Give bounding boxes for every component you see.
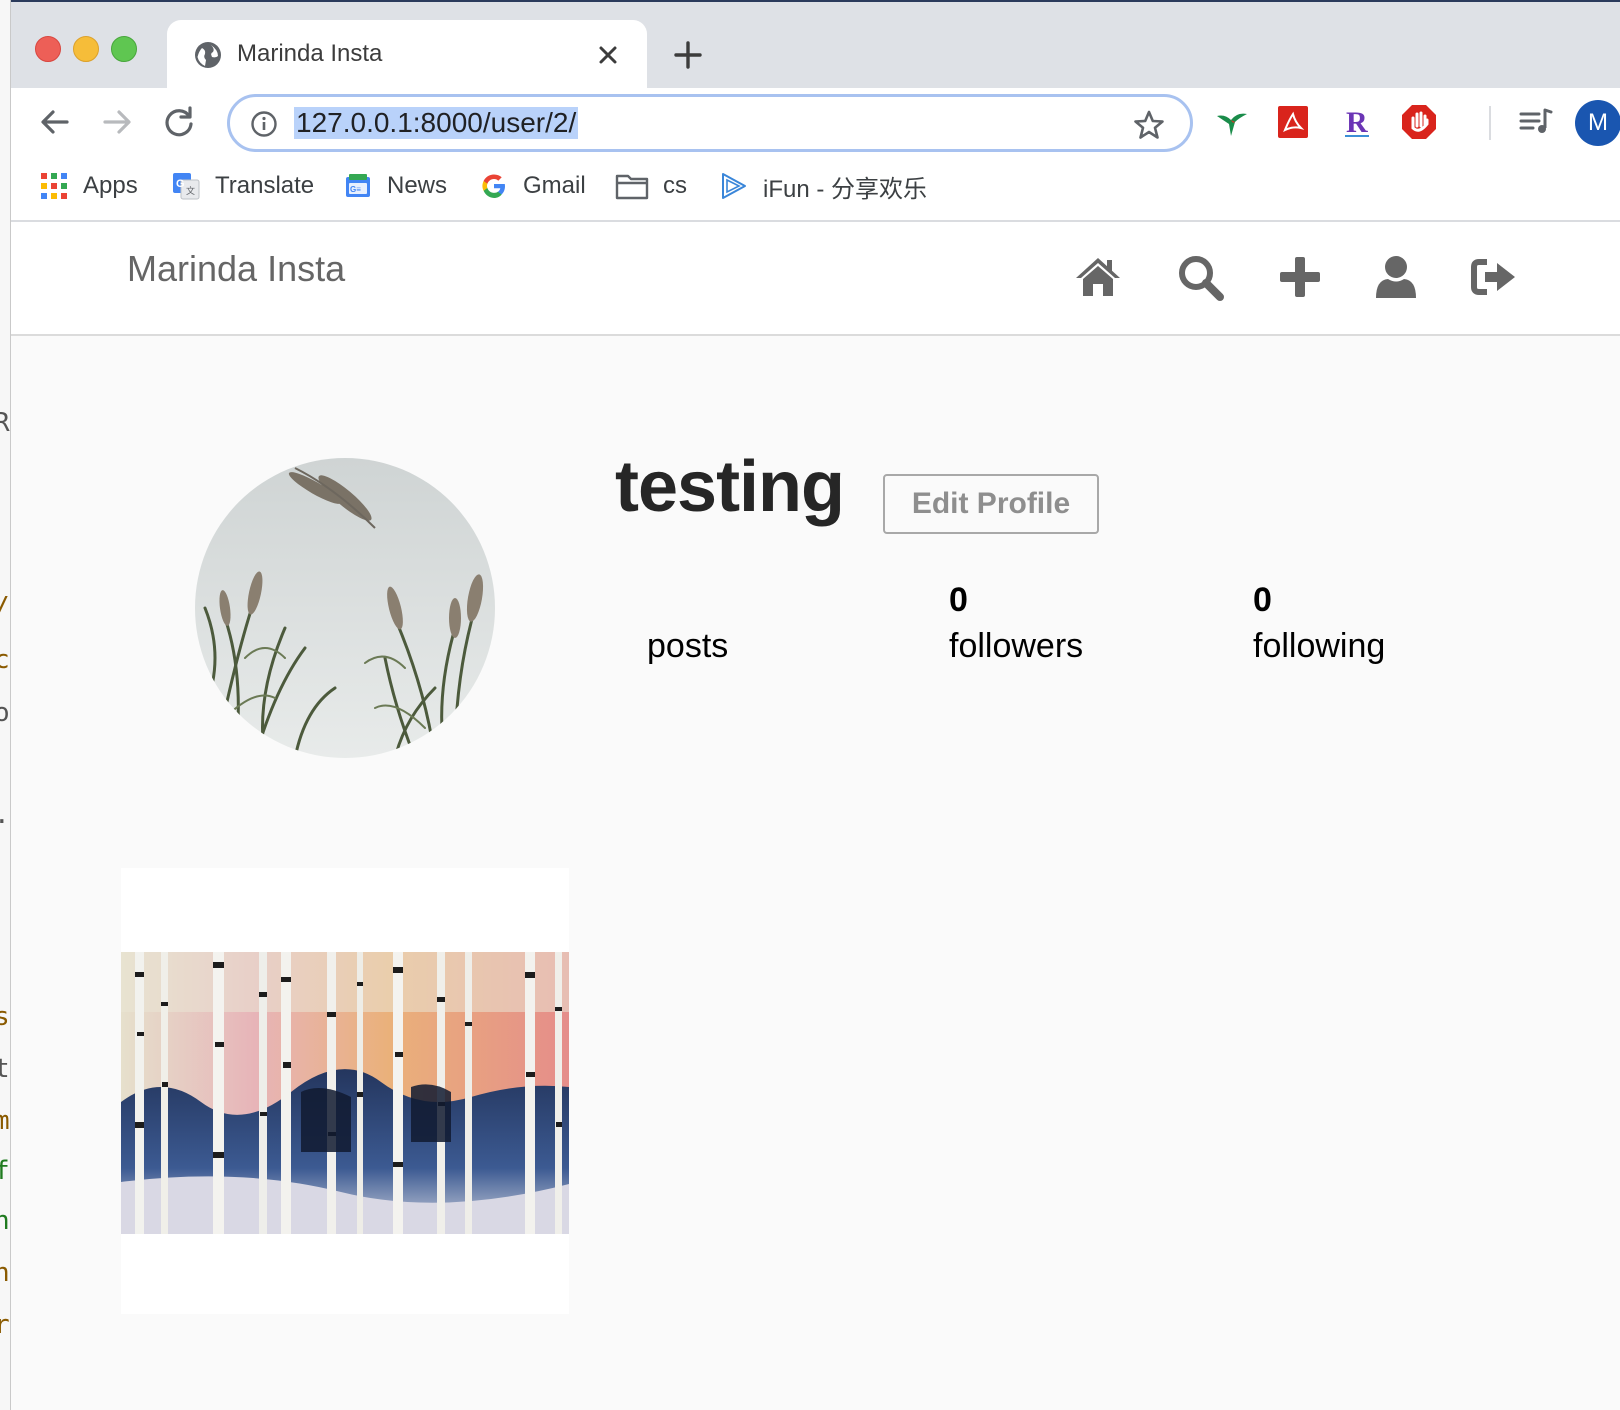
info-icon[interactable] (250, 110, 278, 138)
bookmark-news[interactable]: G≡ News (343, 166, 447, 206)
post-thumbnail[interactable] (121, 868, 569, 1314)
translate-icon: G 文 (173, 173, 200, 200)
news-icon: G≡ (346, 174, 370, 197)
tab-title: Marinda Insta (237, 40, 383, 67)
bookmark-label: Gmail (523, 172, 586, 199)
edit-profile-button[interactable]: Edit Profile (883, 474, 1099, 534)
ifun-icon (722, 173, 746, 199)
stat-posts[interactable]: posts (647, 578, 887, 670)
svg-text:文: 文 (186, 185, 195, 197)
adblock-icon[interactable] (1399, 102, 1439, 142)
bookmark-apps[interactable]: Apps (39, 166, 138, 206)
background-text: R (0, 408, 10, 438)
close-window-button[interactable] (35, 36, 61, 62)
background-text: t (0, 1054, 10, 1084)
profile-photo[interactable] (195, 458, 495, 758)
bookmark-cs-folder[interactable]: cs (615, 166, 687, 206)
bookmark-gmail[interactable]: Gmail (479, 166, 586, 206)
folder-icon (615, 174, 649, 200)
site-brand[interactable]: Marinda Insta (127, 248, 345, 290)
acrobat-icon[interactable] (1273, 102, 1313, 142)
back-arrow-icon[interactable] (35, 102, 75, 142)
r-extension-icon[interactable]: R (1337, 102, 1377, 142)
plus-icon[interactable] (1275, 252, 1325, 302)
svg-text:G≡: G≡ (350, 185, 361, 194)
background-text: . (0, 800, 10, 830)
url-text[interactable]: 127.0.0.1:8000/user/2/ (294, 107, 579, 139)
home-icon[interactable] (1073, 252, 1123, 302)
background-text: r (0, 1310, 10, 1340)
stat-label: posts (647, 627, 729, 665)
tab-strip: Marinda Insta (11, 0, 1620, 90)
bookmark-ifun[interactable]: iFun - 分享欢乐 (719, 166, 927, 206)
bookmark-label: iFun - 分享欢乐 (763, 175, 928, 203)
hummingbird-icon[interactable] (1211, 102, 1251, 142)
stat-count (647, 578, 887, 622)
browser-window: Marinda Insta 127.0.0.1:8000/user/2/ R M… (10, 0, 1620, 1410)
media-queue-icon[interactable] (1515, 102, 1555, 142)
stat-count: 0 (949, 581, 968, 619)
post-image[interactable] (121, 952, 569, 1234)
browser-toolbar: 127.0.0.1:8000/user/2/ R M (11, 88, 1620, 154)
google-icon (482, 174, 505, 198)
background-text: s (0, 1002, 10, 1032)
logout-icon[interactable] (1469, 252, 1519, 302)
account-avatar[interactable]: M (1575, 100, 1620, 146)
bookmark-label: Apps (83, 172, 138, 199)
background-text: o (0, 698, 10, 728)
tab-active[interactable]: Marinda Insta (167, 20, 647, 90)
background-text: f (0, 1156, 10, 1186)
bookmark-label: News (387, 172, 448, 199)
stat-label: following (1253, 627, 1386, 665)
stat-count: 0 (1253, 581, 1272, 619)
site-navbar: Marinda Insta (11, 222, 1620, 336)
bookmark-label: Translate (215, 172, 315, 199)
background-text: c (0, 645, 10, 675)
bookmark-translate[interactable]: G 文 Translate (171, 166, 314, 206)
user-icon[interactable] (1371, 252, 1421, 302)
new-tab-plus-icon[interactable] (671, 38, 705, 72)
svg-text:R: R (1346, 106, 1368, 139)
background-text: m (0, 1106, 10, 1136)
stat-label: followers (949, 627, 1084, 665)
profile-username: testing (615, 447, 845, 527)
background-window-edge: R / c o . s t m f h n r (0, 0, 10, 1410)
globe-icon (195, 42, 221, 68)
background-text: n (0, 1258, 10, 1288)
forward-arrow-icon[interactable] (97, 102, 137, 142)
maximize-window-button[interactable] (111, 36, 137, 62)
minimize-window-button[interactable] (73, 36, 99, 62)
stat-followers[interactable]: 0 followers (949, 578, 1189, 670)
search-icon[interactable] (1175, 252, 1225, 302)
toolbar-separator (1489, 106, 1491, 140)
page-content: Marinda Insta testing Edit Profile posts… (11, 222, 1620, 1410)
close-icon[interactable] (591, 38, 625, 72)
background-text: / (0, 592, 10, 622)
background-text: h (0, 1206, 10, 1236)
bookmark-star-icon[interactable] (1132, 108, 1166, 142)
apps-grid-icon (41, 173, 67, 199)
stat-following[interactable]: 0 following (1253, 578, 1493, 670)
reload-icon[interactable] (159, 102, 199, 142)
bookmark-label: cs (663, 172, 687, 199)
svg-text:G: G (176, 178, 185, 190)
address-bar[interactable]: 127.0.0.1:8000/user/2/ (227, 94, 1193, 152)
bookmarks-bar: Apps G 文 Translate G≡ News Gmail cs iFun… (11, 154, 1620, 222)
